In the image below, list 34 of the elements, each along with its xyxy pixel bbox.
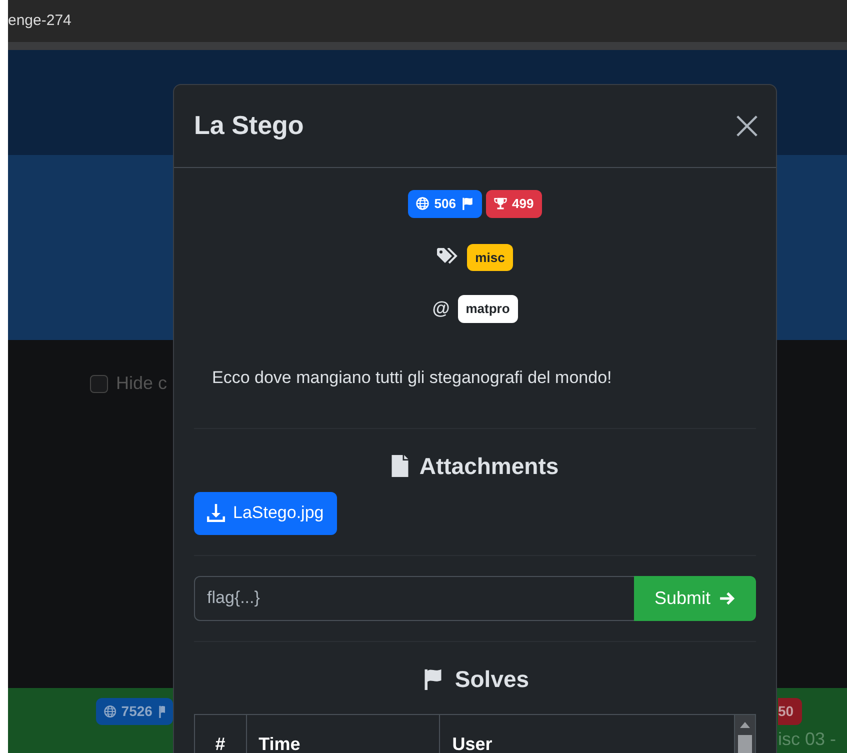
badge-count: 506 xyxy=(434,195,456,213)
badge-count: 499 xyxy=(512,195,534,213)
tag-badge: misc xyxy=(467,244,513,271)
column-header: Time xyxy=(258,732,300,753)
globe-icon xyxy=(416,197,430,210)
tab-title: enge-274 xyxy=(8,10,72,31)
at-symbol: @ xyxy=(432,297,450,320)
badge-count: 7526 xyxy=(121,702,152,721)
tags-icon xyxy=(437,248,460,266)
download-icon xyxy=(207,504,225,522)
arrow-right-icon xyxy=(718,590,736,606)
file-icon xyxy=(391,455,410,478)
challenge-description: Ecco dove mangiano tutti gli steganografi del mondo! xyxy=(212,366,613,388)
close-icon xyxy=(736,114,758,137)
column-header: User xyxy=(452,732,492,753)
points-badge: 50 xyxy=(778,698,802,725)
download-button[interactable]: LaStego.jpg xyxy=(194,492,337,534)
section-heading: Attachments xyxy=(419,452,559,481)
author-badge: matpro xyxy=(458,295,518,322)
checkbox-label: Hide c xyxy=(116,372,168,395)
flag-icon xyxy=(461,197,474,210)
card-title: isc 03 - xyxy=(778,728,836,751)
modal-title: La Stego xyxy=(194,110,304,142)
section-heading: Solves xyxy=(454,664,530,694)
hide-checkbox[interactable] xyxy=(90,374,108,392)
globe-icon xyxy=(104,705,116,718)
column-header: # xyxy=(215,732,226,753)
flag-input-field[interactable]: flag{...} xyxy=(194,576,635,620)
flag-icon xyxy=(157,705,165,718)
submit-button[interactable]: Submit xyxy=(634,576,756,620)
trophy-icon xyxy=(494,197,507,210)
scrollbar-thumb xyxy=(738,735,752,753)
close-button[interactable] xyxy=(736,114,758,138)
scroll-up-icon xyxy=(740,722,750,728)
